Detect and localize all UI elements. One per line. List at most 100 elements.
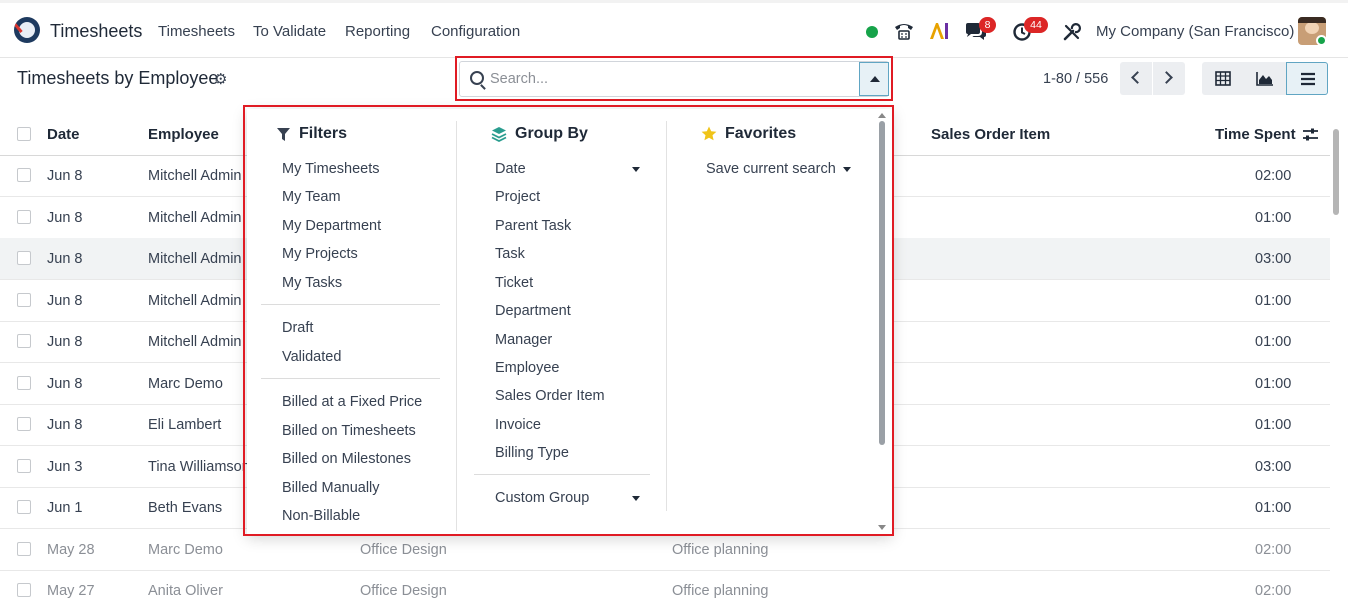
- cell-date: Jun 8: [47, 168, 83, 184]
- groupby-parent-task[interactable]: Parent Task: [495, 218, 571, 234]
- groupby-billing-type[interactable]: Billing Type: [495, 445, 569, 461]
- groupby-sales-order-item[interactable]: Sales Order Item: [495, 388, 605, 404]
- table-row[interactable]: May 28 Marc Demo Office Design Office pl…: [0, 529, 1330, 571]
- column-header-sales-order-item[interactable]: Sales Order Item: [931, 126, 1050, 143]
- timesheets-app-icon[interactable]: [14, 17, 40, 43]
- filter-validated[interactable]: Validated: [282, 349, 341, 365]
- menu-reporting[interactable]: Reporting: [345, 23, 410, 40]
- filter-my-team[interactable]: My Team: [282, 189, 341, 205]
- dropdown-scrollbar[interactable]: [878, 113, 886, 531]
- groupby-department[interactable]: Department: [495, 303, 571, 319]
- filters-divider: [261, 378, 440, 379]
- row-checkbox[interactable]: [17, 251, 31, 265]
- row-checkbox[interactable]: [17, 417, 31, 431]
- groupby-employee[interactable]: Employee: [495, 360, 559, 376]
- star-icon: [701, 126, 717, 141]
- filter-my-timesheets[interactable]: My Timesheets: [282, 161, 380, 177]
- select-all-checkbox[interactable]: [17, 127, 31, 141]
- filter-billed-fixed-price[interactable]: Billed at a Fixed Price: [282, 394, 422, 410]
- filter-billed-on-milestones[interactable]: Billed on Milestones: [282, 451, 411, 467]
- table-row[interactable]: May 27 Anita Oliver Office Design Office…: [0, 570, 1330, 607]
- filter-my-tasks[interactable]: My Tasks: [282, 275, 342, 291]
- debug-tools-icon[interactable]: [1063, 23, 1081, 41]
- column-header-time-spent[interactable]: Time Spent: [1215, 126, 1296, 143]
- grid-view-button[interactable]: [1202, 62, 1244, 95]
- dropdown-scrollbar-thumb[interactable]: [879, 121, 885, 445]
- search-icon[interactable]: [470, 71, 484, 85]
- cell-employee: Marc Demo: [148, 542, 223, 558]
- filters-heading: Filters: [299, 125, 348, 142]
- app-name[interactable]: Timesheets: [50, 21, 142, 42]
- favorites-heading: Favorites: [725, 125, 797, 142]
- filter-icon: [277, 128, 290, 141]
- filter-my-projects[interactable]: My Projects: [282, 246, 358, 262]
- top-navbar: Timesheets Timesheets To Validate Report…: [0, 0, 1348, 58]
- groupby-manager[interactable]: Manager: [495, 332, 552, 348]
- gear-icon[interactable]: ⚙: [214, 70, 227, 88]
- phone-icon[interactable]: [893, 21, 915, 41]
- chevron-right-icon: [1160, 71, 1173, 84]
- cell-employee: Mitchell Admin: [148, 251, 242, 267]
- cell-project: Office Design: [360, 583, 447, 599]
- optional-columns-toggle-icon[interactable]: [1302, 127, 1319, 142]
- groupby-task[interactable]: Task: [495, 246, 525, 262]
- cell-time-spent: 01:00: [1255, 500, 1292, 516]
- cell-time-spent: 03:00: [1255, 459, 1292, 475]
- menu-to-validate[interactable]: To Validate: [253, 23, 326, 40]
- groupby-project[interactable]: Project: [495, 189, 540, 205]
- groupby-ticket[interactable]: Ticket: [495, 275, 533, 291]
- cell-employee: Mitchell Admin: [148, 334, 242, 350]
- row-checkbox[interactable]: [17, 500, 31, 514]
- ai-icon[interactable]: [929, 22, 949, 40]
- search-panel-toggle-button[interactable]: [859, 62, 889, 96]
- search-input[interactable]: [490, 68, 850, 90]
- row-checkbox[interactable]: [17, 542, 31, 556]
- filter-my-department[interactable]: My Department: [282, 218, 381, 234]
- row-checkbox[interactable]: [17, 376, 31, 390]
- custom-group-select[interactable]: Custom Group: [495, 490, 589, 506]
- caret-down-icon[interactable]: [843, 167, 851, 172]
- filter-draft[interactable]: Draft: [282, 320, 313, 336]
- cell-date: Jun 3: [47, 459, 83, 475]
- cell-date: Jun 8: [47, 293, 83, 309]
- row-checkbox[interactable]: [17, 293, 31, 307]
- cell-time-spent: 01:00: [1255, 334, 1292, 350]
- list-scrollbar-thumb[interactable]: [1333, 129, 1339, 215]
- list-scrollbar[interactable]: [1333, 117, 1339, 607]
- cell-time-spent: 02:00: [1255, 542, 1292, 558]
- company-switcher[interactable]: My Company (San Francisco): [1096, 23, 1294, 40]
- caret-down-icon[interactable]: [632, 167, 640, 172]
- pager-next-button[interactable]: [1153, 62, 1185, 95]
- filters-divider: [261, 304, 440, 305]
- row-checkbox[interactable]: [17, 583, 31, 597]
- caret-down-icon[interactable]: [632, 496, 640, 501]
- area-chart-icon: [1256, 72, 1273, 86]
- scroll-down-arrow-icon[interactable]: [878, 525, 886, 530]
- menu-timesheets[interactable]: Timesheets: [158, 23, 235, 40]
- save-current-search-toggle[interactable]: Save current search: [706, 161, 836, 177]
- column-header-date[interactable]: Date: [47, 126, 80, 143]
- cell-time-spent: 01:00: [1255, 293, 1292, 309]
- chevron-left-icon: [1131, 71, 1144, 84]
- presence-status-icon[interactable]: [866, 26, 878, 38]
- page-title[interactable]: Timesheets by Employee: [17, 68, 218, 89]
- row-checkbox[interactable]: [17, 459, 31, 473]
- row-checkbox[interactable]: [17, 168, 31, 182]
- filter-billed-on-timesheets[interactable]: Billed on Timesheets: [282, 423, 416, 439]
- row-checkbox[interactable]: [17, 334, 31, 348]
- search-panel-dropdown: Filters My Timesheets My Team My Departm…: [247, 109, 892, 534]
- pager-previous-button[interactable]: [1120, 62, 1152, 95]
- filter-non-billable[interactable]: Non-Billable: [282, 508, 360, 524]
- groupby-invoice[interactable]: Invoice: [495, 417, 541, 433]
- cell-task: Office planning: [672, 542, 769, 558]
- scroll-up-arrow-icon[interactable]: [878, 113, 886, 118]
- groupby-date[interactable]: Date: [495, 161, 526, 177]
- pager-value[interactable]: 1-80 / 556: [1043, 71, 1108, 87]
- menu-configuration[interactable]: Configuration: [431, 23, 520, 40]
- graph-view-button[interactable]: [1244, 62, 1286, 95]
- column-header-employee[interactable]: Employee: [148, 126, 219, 143]
- list-view-button[interactable]: [1286, 62, 1328, 95]
- filter-billed-manually[interactable]: Billed Manually: [282, 480, 380, 496]
- column-divider: [456, 121, 457, 531]
- row-checkbox[interactable]: [17, 210, 31, 224]
